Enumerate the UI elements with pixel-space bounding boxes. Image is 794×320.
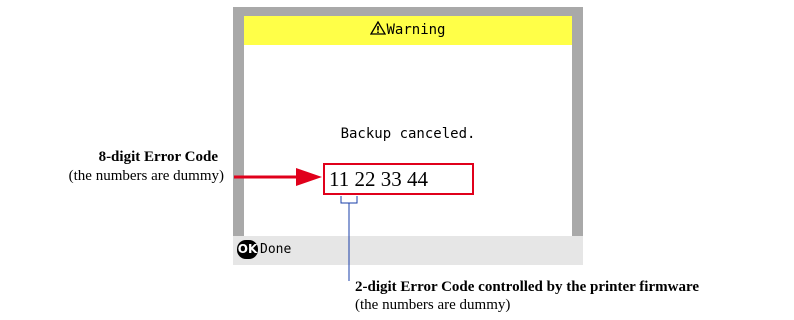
eight-digit-annotation-subtitle: (the numbers are dummy) (68, 168, 224, 184)
eight-digit-annotation-title: 8-digit Error Code (98, 149, 218, 165)
two-digit-bracket (340, 196, 358, 204)
two-digit-annotation-subtitle: (the numbers are dummy) (355, 297, 511, 313)
two-digit-annotation-title: 2-digit Error Code controlled by the pri… (355, 279, 699, 295)
annotation-arrowhead (296, 168, 322, 186)
